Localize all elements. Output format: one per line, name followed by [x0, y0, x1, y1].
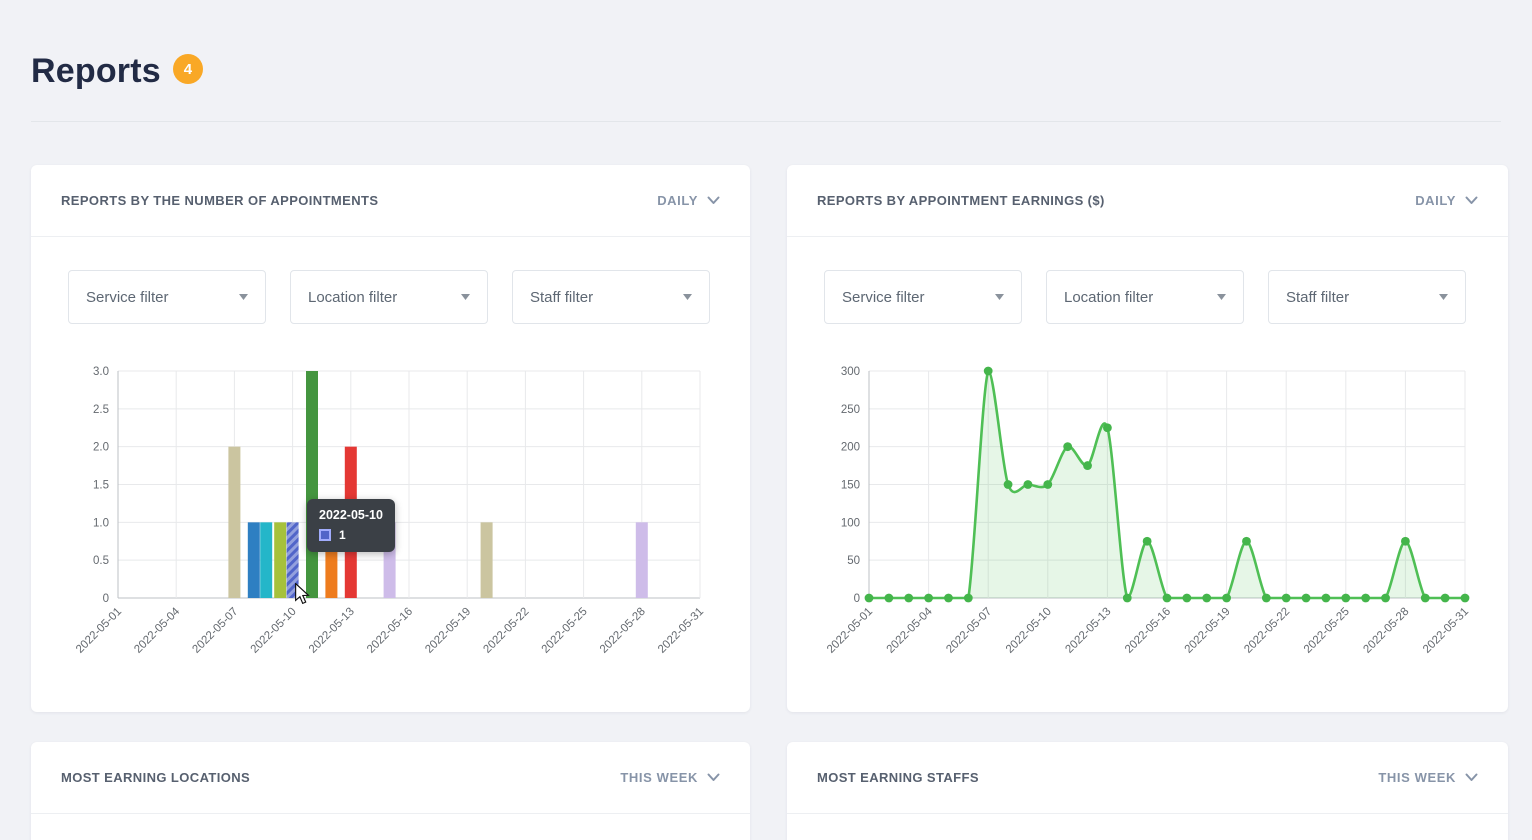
filter-label: Service filter: [86, 288, 169, 306]
appointments-filters: Service filter Location filter Staff fil…: [68, 270, 720, 324]
tooltip-date: 2022-05-10: [319, 508, 383, 522]
svg-text:2022-05-10: 2022-05-10: [1004, 606, 1054, 656]
svg-text:2022-05-01: 2022-05-01: [825, 606, 875, 656]
svg-text:2022-05-19: 2022-05-19: [423, 606, 473, 656]
staff-filter-dropdown[interactable]: Staff filter: [512, 270, 710, 324]
caret-down-icon: [239, 294, 248, 300]
chevron-down-icon: [1465, 773, 1478, 781]
svg-text:2022-05-07: 2022-05-07: [944, 606, 994, 656]
chart-tooltip: 2022-05-10 1: [307, 499, 395, 552]
svg-text:250: 250: [841, 404, 860, 416]
service-filter-dropdown[interactable]: Service filter: [68, 270, 266, 324]
location-filter-dropdown[interactable]: Location filter: [1046, 270, 1244, 324]
staffs-period-select[interactable]: THIS WEEK: [1378, 770, 1478, 785]
staffs-card-title: MOST EARNING STAFFS: [817, 770, 979, 785]
appointments-report-card: REPORTS BY THE NUMBER OF APPOINTMENTS DA…: [31, 165, 750, 712]
svg-text:2.0: 2.0: [93, 442, 109, 454]
period-label: THIS WEEK: [620, 770, 698, 785]
most-earning-staffs-card: MOST EARNING STAFFS THIS WEEK: [787, 742, 1508, 840]
svg-text:100: 100: [841, 517, 860, 529]
svg-text:150: 150: [841, 480, 860, 492]
caret-down-icon: [1217, 294, 1226, 300]
filter-label: Service filter: [842, 288, 925, 306]
svg-text:0: 0: [103, 593, 109, 605]
tooltip-row: 1: [319, 528, 383, 542]
filter-label: Location filter: [1064, 288, 1154, 306]
appointments-card-title: REPORTS BY THE NUMBER OF APPOINTMENTS: [61, 193, 379, 208]
earnings-line-chart[interactable]: 0501001502002503002022-05-01 2022-05-04 20…: [817, 363, 1477, 698]
svg-text:2022-05-25: 2022-05-25: [540, 606, 590, 656]
staff-filter-dropdown[interactable]: Staff filter: [1268, 270, 1466, 324]
svg-text:2022-05-13: 2022-05-13: [307, 606, 357, 656]
svg-text:2022-05-01: 2022-05-01: [74, 606, 124, 656]
service-filter-dropdown[interactable]: Service filter: [824, 270, 1022, 324]
svg-text:2022-05-31: 2022-05-31: [1421, 606, 1471, 656]
svg-text:0: 0: [854, 593, 860, 605]
earnings-period-select[interactable]: DAILY: [1415, 193, 1478, 208]
svg-text:2022-05-04: 2022-05-04: [885, 605, 936, 656]
caret-down-icon: [995, 294, 1004, 300]
locations-period-select[interactable]: THIS WEEK: [620, 770, 720, 785]
svg-text:2.5: 2.5: [93, 404, 109, 416]
header-divider: [31, 121, 1501, 122]
location-filter-dropdown[interactable]: Location filter: [290, 270, 488, 324]
earnings-report-card: REPORTS BY APPOINTMENT EARNINGS ($) DAIL…: [787, 165, 1508, 712]
card-header: MOST EARNING LOCATIONS THIS WEEK: [31, 742, 750, 814]
svg-text:2022-05-25: 2022-05-25: [1302, 606, 1352, 656]
filter-label: Staff filter: [1286, 288, 1350, 306]
svg-text:1.5: 1.5: [93, 480, 109, 492]
card-header: MOST EARNING STAFFS THIS WEEK: [787, 742, 1508, 814]
chevron-down-icon: [707, 196, 720, 204]
caret-down-icon: [461, 294, 470, 300]
period-label: DAILY: [657, 193, 698, 208]
svg-text:1.0: 1.0: [93, 517, 109, 529]
svg-text:2022-05-22: 2022-05-22: [481, 606, 531, 656]
card-header: REPORTS BY APPOINTMENT EARNINGS ($) DAIL…: [787, 165, 1508, 237]
locations-card-title: MOST EARNING LOCATIONS: [61, 770, 251, 785]
period-label: DAILY: [1415, 193, 1456, 208]
reports-count-badge: 4: [172, 54, 203, 84]
svg-text:50: 50: [847, 555, 860, 567]
svg-text:2022-05-04: 2022-05-04: [132, 605, 183, 656]
svg-text:200: 200: [841, 442, 860, 454]
chevron-down-icon: [707, 773, 720, 781]
chevron-down-icon: [1465, 196, 1478, 204]
svg-text:2022-05-07: 2022-05-07: [190, 606, 240, 656]
svg-text:2022-05-13: 2022-05-13: [1063, 606, 1113, 656]
svg-text:3.0: 3.0: [93, 366, 109, 378]
filter-label: Staff filter: [530, 288, 594, 306]
appointments-period-select[interactable]: DAILY: [657, 193, 720, 208]
svg-text:0.5: 0.5: [93, 555, 109, 567]
filter-label: Location filter: [308, 288, 398, 306]
card-header: REPORTS BY THE NUMBER OF APPOINTMENTS DA…: [31, 165, 750, 237]
period-label: THIS WEEK: [1378, 770, 1456, 785]
mouse-cursor: [295, 583, 310, 605]
page-header: Reports 4: [31, 52, 203, 91]
svg-text:300: 300: [841, 366, 860, 378]
tooltip-color-box: [319, 529, 331, 541]
caret-down-icon: [683, 294, 692, 300]
svg-text:2022-05-31: 2022-05-31: [656, 606, 706, 656]
earnings-filters: Service filter Location filter Staff fil…: [824, 270, 1478, 324]
svg-text:2022-05-10: 2022-05-10: [249, 606, 299, 656]
tooltip-value: 1: [339, 528, 346, 542]
most-earning-locations-card: MOST EARNING LOCATIONS THIS WEEK: [31, 742, 750, 840]
svg-text:2022-05-16: 2022-05-16: [1123, 606, 1173, 656]
svg-text:2022-05-28: 2022-05-28: [598, 606, 648, 656]
page-title: Reports: [31, 52, 161, 90]
caret-down-icon: [1439, 294, 1448, 300]
svg-text:2022-05-19: 2022-05-19: [1183, 606, 1233, 656]
svg-text:2022-05-16: 2022-05-16: [365, 606, 415, 656]
earnings-card-title: REPORTS BY APPOINTMENT EARNINGS ($): [817, 193, 1105, 208]
svg-text:2022-05-22: 2022-05-22: [1242, 606, 1292, 656]
reports-page: Reports 4 REPORTS BY THE NUMBER OF APPOI…: [0, 0, 1532, 840]
svg-text:2022-05-28: 2022-05-28: [1361, 606, 1411, 656]
